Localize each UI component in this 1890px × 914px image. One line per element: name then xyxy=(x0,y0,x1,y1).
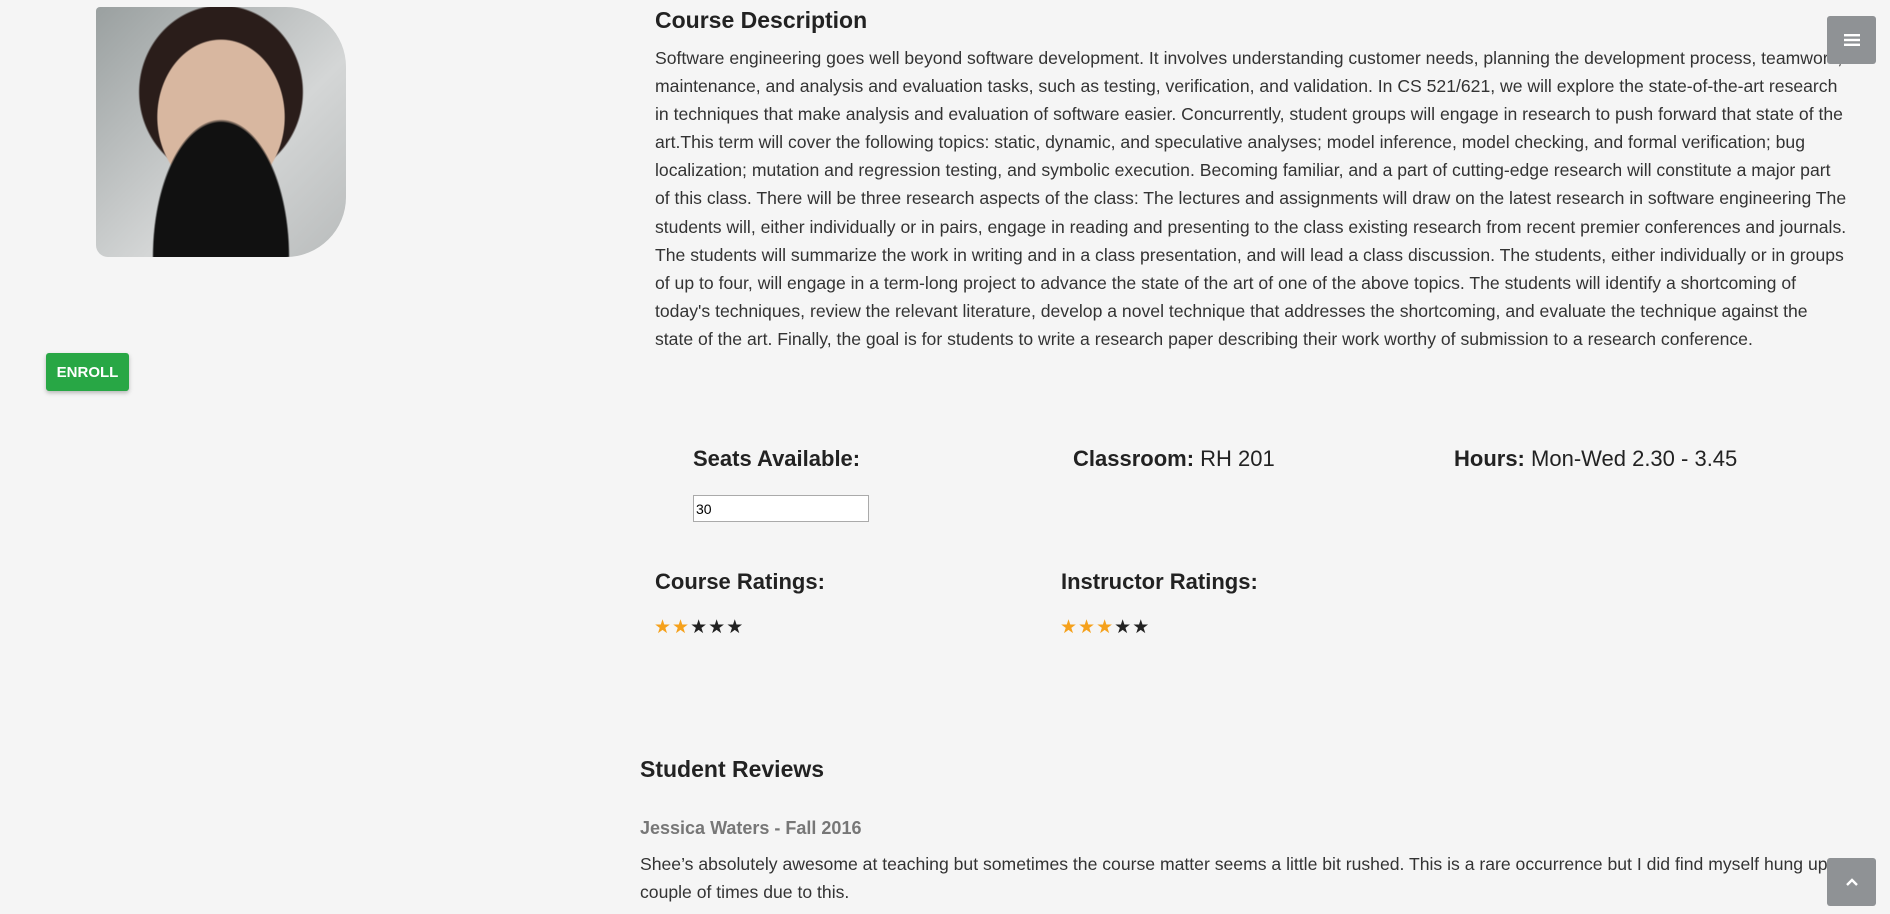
menu-button[interactable] xyxy=(1827,16,1876,64)
star-filled-icon: ★ xyxy=(654,617,672,638)
review-author: Jessica Waters - Fall 2016 xyxy=(640,818,862,838)
star-empty-icon: ★ xyxy=(690,617,708,638)
review-text: Shee’s absolutely awesome at teaching bu… xyxy=(640,854,1843,902)
instructor-rating-stars: ★ ★ ★ ★ ★ xyxy=(1060,618,1149,638)
star-empty-icon: ★ xyxy=(708,617,726,638)
star-empty-icon: ★ xyxy=(726,617,744,638)
course-ratings-label: Course Ratings: xyxy=(655,569,825,594)
classroom-label: Classroom: xyxy=(1073,446,1195,471)
scroll-to-top-button[interactable] xyxy=(1827,858,1876,906)
hours-info: Hours: Mon-Wed 2.30 - 3.45 xyxy=(1454,446,1737,472)
course-description-heading: Course Description xyxy=(655,7,868,33)
star-empty-icon: ★ xyxy=(1132,617,1150,638)
hours-label: Hours: xyxy=(1454,446,1525,471)
hamburger-icon xyxy=(1843,34,1860,46)
classroom-info: Classroom: RH 201 xyxy=(1073,446,1275,472)
seats-available: Seats Available: xyxy=(693,446,860,472)
classroom-value: RH 201 xyxy=(1200,446,1275,471)
seats-available-input[interactable] xyxy=(693,495,869,522)
star-empty-icon: ★ xyxy=(1114,617,1132,638)
star-filled-icon: ★ xyxy=(1096,617,1114,638)
enroll-button[interactable]: ENROLL xyxy=(46,353,129,391)
star-filled-icon: ★ xyxy=(1078,617,1096,638)
course-rating-stars: ★ ★ ★ ★ ★ xyxy=(654,618,743,638)
instructor-ratings-label: Instructor Ratings: xyxy=(1061,569,1258,594)
course-ratings: Course Ratings: xyxy=(655,569,825,595)
hours-value: Mon-Wed 2.30 - 3.45 xyxy=(1531,446,1738,471)
chevron-up-icon xyxy=(1845,878,1858,886)
star-filled-icon: ★ xyxy=(1060,617,1078,638)
star-filled-icon: ★ xyxy=(672,617,690,638)
instructor-ratings: Instructor Ratings: xyxy=(1061,569,1258,595)
instructor-photo xyxy=(96,7,346,257)
seats-label: Seats Available: xyxy=(693,446,861,471)
student-reviews-heading: Student Reviews xyxy=(640,756,825,782)
course-description-text: Software engineering goes well beyond so… xyxy=(655,48,1847,349)
